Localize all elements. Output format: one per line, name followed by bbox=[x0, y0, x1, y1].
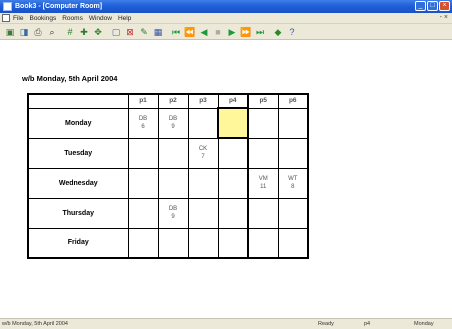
status-period: p4 bbox=[364, 321, 371, 327]
help-icon[interactable]: ◆ bbox=[272, 26, 284, 38]
restore-icon[interactable]: - × bbox=[440, 14, 448, 21]
schedule-view: w/b Monday, 5th April 2004 p1 p2 p3 p4 p… bbox=[0, 41, 452, 318]
slot-cell[interactable] bbox=[247, 107, 279, 139]
slot-cell[interactable] bbox=[277, 197, 309, 229]
close-book-icon[interactable]: ⊠ bbox=[124, 26, 136, 38]
search-icon[interactable]: ⌕ bbox=[46, 26, 58, 38]
status-date: w/b Monday, 5th April 2004 bbox=[2, 321, 68, 327]
window-title: Book3 - [Computer Room] bbox=[15, 3, 103, 10]
slot-cell[interactable]: VM 11 bbox=[247, 167, 279, 199]
slot-cell[interactable] bbox=[217, 167, 249, 199]
slot-cell[interactable] bbox=[277, 107, 309, 139]
slot-cell[interactable] bbox=[187, 227, 219, 259]
move-icon[interactable]: ✥ bbox=[92, 26, 104, 38]
day-label: Wednesday bbox=[27, 167, 129, 199]
slot-cell[interactable]: DB 9 bbox=[157, 197, 189, 229]
day-row-wednesday: Wednesday VM 11 WT 8 bbox=[27, 167, 309, 199]
slot-cell[interactable] bbox=[187, 197, 219, 229]
status-state: Ready bbox=[318, 321, 334, 327]
status-day: Monday bbox=[414, 321, 434, 327]
page-icon[interactable]: ▢ bbox=[110, 26, 122, 38]
day-row-thursday: Thursday DB 9 bbox=[27, 197, 309, 229]
period-header: p5 bbox=[247, 93, 279, 109]
rewind-icon[interactable]: ⏪ bbox=[184, 26, 196, 38]
grid-icon[interactable]: # bbox=[64, 26, 76, 38]
menu-bar: File Bookings Rooms Window Help - × bbox=[0, 13, 452, 24]
document-icon[interactable] bbox=[2, 14, 10, 22]
title-bar[interactable]: Book3 - [Computer Room] _ □ × bbox=[0, 0, 452, 13]
slot-cell[interactable]: CK 7 bbox=[187, 137, 219, 169]
menu-window[interactable]: Window bbox=[89, 15, 112, 22]
slot-cell[interactable]: DB 9 bbox=[157, 107, 189, 139]
booking-entry: WT 8 bbox=[288, 176, 298, 190]
slot-cell[interactable] bbox=[157, 167, 189, 199]
selected-slot-cell[interactable] bbox=[217, 107, 249, 139]
day-label: Tuesday bbox=[27, 137, 129, 169]
day-row-tuesday: Tuesday CK 7 bbox=[27, 137, 309, 169]
period-header: p4 bbox=[217, 93, 249, 109]
chart-icon[interactable]: ▦ bbox=[152, 26, 164, 38]
period-header: p2 bbox=[157, 93, 189, 109]
print-icon[interactable]: ⎙ bbox=[32, 26, 44, 38]
edit-icon[interactable]: ✎ bbox=[138, 26, 150, 38]
slot-cell[interactable] bbox=[127, 137, 159, 169]
slot-cell[interactable] bbox=[247, 137, 279, 169]
menu-file[interactable]: File bbox=[13, 15, 23, 22]
slot-cell[interactable] bbox=[187, 167, 219, 199]
minimize-button[interactable]: _ bbox=[415, 1, 426, 11]
corner-cell bbox=[27, 93, 129, 109]
last-icon[interactable]: ⏭ bbox=[254, 26, 266, 38]
slot-cell[interactable] bbox=[277, 137, 309, 169]
slot-cell[interactable] bbox=[157, 137, 189, 169]
save-icon[interactable]: ◨ bbox=[18, 26, 30, 38]
close-button[interactable]: × bbox=[439, 1, 450, 11]
booking-entry: DB 9 bbox=[168, 116, 178, 130]
booking-entry: VM 11 bbox=[258, 176, 268, 190]
slot-cell[interactable] bbox=[247, 197, 279, 229]
day-row-monday: Monday DB 6 DB 9 bbox=[27, 107, 309, 139]
app-icon bbox=[3, 2, 12, 11]
period-header: p1 bbox=[127, 93, 159, 109]
slot-cell[interactable]: WT 8 bbox=[277, 167, 309, 199]
slot-cell[interactable] bbox=[127, 197, 159, 229]
period-header: p3 bbox=[187, 93, 219, 109]
week-label: w/b Monday, 5th April 2004 bbox=[22, 74, 118, 83]
fast-forward-icon[interactable]: ⏩ bbox=[240, 26, 252, 38]
slot-cell[interactable] bbox=[217, 227, 249, 259]
first-icon[interactable]: ⏮ bbox=[170, 26, 182, 38]
window-controls: _ □ × bbox=[415, 1, 450, 11]
slot-cell[interactable] bbox=[277, 227, 309, 259]
day-label: Monday bbox=[27, 107, 129, 139]
stop-icon[interactable]: ■ bbox=[212, 26, 224, 38]
period-header: p6 bbox=[277, 93, 309, 109]
timetable-grid: p1 p2 p3 p4 p5 p6 Monday DB 6 DB 9 Tuesd… bbox=[27, 93, 309, 259]
open-icon[interactable]: ▣ bbox=[4, 26, 16, 38]
toolbar: ▣ ◨ ⎙ ⌕ # ✚ ✥ ▢ ⊠ ✎ ▦ ⏮ ⏪ ◀ ■ ▶ ⏩ ⏭ ◆ ? bbox=[0, 24, 452, 40]
day-label: Friday bbox=[27, 227, 129, 259]
booking-entry: CK 7 bbox=[198, 146, 208, 160]
next-icon[interactable]: ▶ bbox=[226, 26, 238, 38]
period-header-row: p1 p2 p3 p4 p5 p6 bbox=[27, 93, 309, 109]
whats-this-icon[interactable]: ? bbox=[286, 26, 298, 38]
menu-help[interactable]: Help bbox=[118, 15, 131, 22]
slot-cell[interactable]: DB 6 bbox=[127, 107, 159, 139]
day-label: Thursday bbox=[27, 197, 129, 229]
slot-cell[interactable] bbox=[127, 227, 159, 259]
booking-entry: DB 6 bbox=[138, 116, 148, 130]
status-bar: w/b Monday, 5th April 2004 Ready p4 Mond… bbox=[0, 318, 452, 329]
slot-cell[interactable] bbox=[157, 227, 189, 259]
slot-cell[interactable] bbox=[187, 107, 219, 139]
slot-cell[interactable] bbox=[127, 167, 159, 199]
menu-rooms[interactable]: Rooms bbox=[62, 15, 83, 22]
slot-cell[interactable] bbox=[217, 137, 249, 169]
slot-cell[interactable] bbox=[217, 197, 249, 229]
menu-bookings[interactable]: Bookings bbox=[29, 15, 56, 22]
slot-cell[interactable] bbox=[247, 227, 279, 259]
previous-icon[interactable]: ◀ bbox=[198, 26, 210, 38]
day-row-friday: Friday bbox=[27, 227, 309, 259]
booking-entry: DB 9 bbox=[168, 206, 178, 220]
add-icon[interactable]: ✚ bbox=[78, 26, 90, 38]
maximize-button[interactable]: □ bbox=[427, 1, 438, 11]
